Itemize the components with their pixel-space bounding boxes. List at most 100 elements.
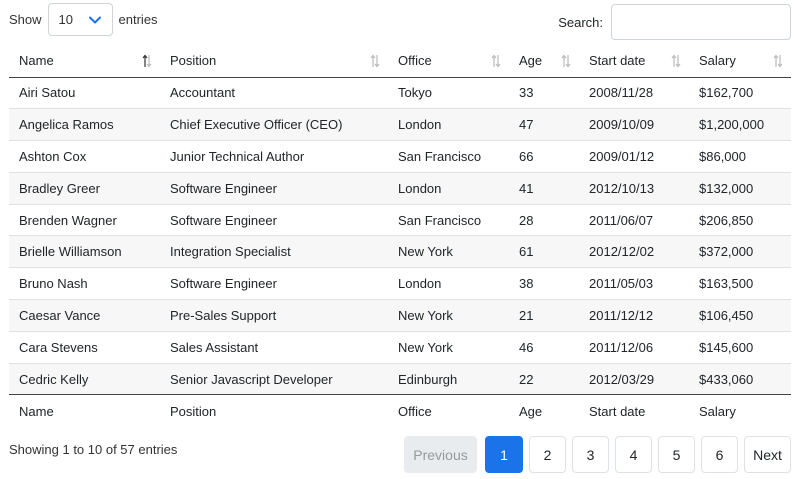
table-row: Caesar Vance Pre-Sales Support New York 21 2…: [9, 299, 791, 332]
column-footer-salary: Salary: [689, 394, 791, 427]
name-cell: Cara Stevens: [9, 330, 160, 364]
start-date-cell: 2012/10/13: [579, 171, 689, 205]
chevron-down-icon: [88, 16, 101, 23]
name-cell: Cedric Kelly: [9, 362, 160, 395]
name-cell: Brenden Wagner: [9, 203, 160, 236]
page-button-6[interactable]: 6: [701, 436, 738, 473]
show-label: Show: [9, 12, 42, 27]
table-info: Showing 1 to 10 of 57 entries: [9, 442, 178, 457]
table-controls: Show 10 entries Search:: [0, 0, 800, 44]
position-cell: Chief Executive Officer (CEO): [160, 108, 388, 141]
position-cell: Senior Javascript Developer: [160, 362, 388, 395]
name-cell: Airi Satou: [19, 85, 76, 101]
entries-label: entries: [118, 12, 158, 27]
column-header-label: Position: [170, 53, 217, 69]
column-footer-position: Position: [160, 394, 388, 427]
start-date-cell: 2012/03/29: [579, 362, 689, 395]
page-button-5[interactable]: 5: [658, 436, 695, 473]
age-cell: 46: [509, 330, 579, 364]
page-button-1[interactable]: 1: [485, 436, 523, 473]
name-cell: Bruno Nash: [9, 267, 160, 300]
age-cell: 47: [509, 108, 579, 141]
salary-cell: $372,000: [689, 235, 791, 268]
page-button-3[interactable]: 3: [572, 436, 609, 473]
search-control: Search:: [558, 4, 791, 40]
salary-cell: $106,450: [689, 299, 791, 332]
office-cell: New York: [388, 299, 509, 332]
office-cell: San Francisco: [388, 140, 509, 173]
search-label: Search:: [558, 14, 603, 30]
column-header-start-date[interactable]: Start date: [579, 45, 689, 78]
office-cell: London: [388, 267, 509, 300]
office-cell: San Francisco: [388, 203, 509, 236]
column-header-label: Office: [398, 53, 432, 69]
age-cell: 38: [509, 267, 579, 300]
previous-button[interactable]: Previous: [404, 436, 477, 473]
table-row: Brielle Williamson Integration Specialist…: [9, 235, 791, 268]
column-header-label: Age: [519, 53, 543, 69]
name-cell: Brielle Williamson: [9, 235, 160, 268]
office-cell: London: [388, 108, 509, 141]
position-cell: Integration Specialist: [160, 235, 388, 268]
position-cell: Software Engineer: [160, 267, 388, 300]
table-row: Ashton Cox Junior Technical Author San Fra…: [9, 140, 791, 173]
next-button[interactable]: Next: [744, 436, 791, 473]
table-row: Bruno Nash Software Engineer London 38 2011/…: [9, 267, 791, 300]
search-input[interactable]: [611, 4, 791, 40]
name-cell: Ashton Cox: [9, 140, 160, 173]
position-cell: Pre-Sales Support: [160, 299, 388, 332]
position-cell: Software Engineer: [160, 203, 388, 236]
column-header-position[interactable]: Position: [160, 45, 388, 78]
name-cell: Bradley Greer: [9, 171, 160, 205]
age-cell: 22: [509, 362, 579, 395]
table-row: Bradley Greer Software Engineer London 41 20…: [9, 171, 791, 205]
salary-cell: $86,000: [689, 140, 791, 173]
name-cell: Caesar Vance: [9, 299, 160, 332]
page-button-2[interactable]: 2: [529, 436, 566, 473]
column-header-office[interactable]: Office: [388, 45, 509, 78]
sort-arrows-icon: [773, 54, 783, 68]
table-row: Cara Stevens Sales Assistant New York 46 201…: [9, 330, 791, 364]
table-row: Brenden Wagner Software Engineer San Franc…: [9, 203, 791, 236]
table-row: Airi Satou Accountant Tokyo 33 2008/11/28 $16…: [9, 77, 791, 109]
column-footer-name: Name: [9, 394, 160, 427]
pagination: Previous 1 2 3 4 5 6 Next: [404, 436, 791, 473]
salary-cell: $1,200,000: [689, 108, 791, 141]
column-footer-office: Office: [388, 394, 509, 427]
sort-arrows-icon: [491, 54, 501, 68]
entries-length-value: 10: [58, 12, 73, 27]
column-header-label: Name: [19, 53, 54, 69]
age-cell: 41: [509, 171, 579, 205]
sort-arrows-icon: [370, 54, 380, 68]
table-row: Angelica Ramos Chief Executive Officer (C…: [9, 108, 791, 141]
column-header-name[interactable]: Name: [9, 45, 160, 78]
name-cell: Angelica Ramos: [9, 108, 160, 141]
sort-arrows-icon: [142, 54, 152, 68]
position-cell: Software Engineer: [160, 171, 388, 205]
start-date-cell: 2009/01/12: [579, 140, 689, 173]
age-cell: 28: [509, 203, 579, 236]
footer-row: Name Position Office Age Start date Salary: [9, 394, 791, 427]
column-footer-age: Age: [509, 394, 579, 427]
age-cell: 66: [509, 140, 579, 173]
start-date-cell: 2011/12/06: [579, 330, 689, 364]
start-date-cell: 2009/10/09: [579, 108, 689, 141]
start-date-cell: 2012/12/02: [579, 235, 689, 268]
column-header-age[interactable]: Age: [509, 45, 579, 78]
page-button-4[interactable]: 4: [615, 436, 652, 473]
position-cell: Accountant: [170, 85, 236, 101]
salary-cell: $132,000: [689, 171, 791, 205]
start-date-cell: 2011/05/03: [579, 267, 689, 300]
entries-length-select[interactable]: 10: [47, 3, 113, 36]
column-header-label: Salary: [699, 53, 736, 69]
table-body: Airi Satou Accountant Tokyo 33 2008/11/28 $16…: [9, 77, 791, 395]
length-control: Show 10 entries: [9, 3, 158, 36]
table-row: Cedric Kelly Senior Javascript Developer E…: [9, 362, 791, 395]
salary-cell: $433,060: [689, 362, 791, 395]
age-cell: 33: [519, 85, 534, 101]
column-header-salary[interactable]: Salary: [689, 45, 791, 78]
age-cell: 21: [509, 299, 579, 332]
office-cell: London: [388, 171, 509, 205]
column-footer-start-date: Start date: [579, 394, 689, 427]
position-cell: Sales Assistant: [160, 330, 388, 364]
